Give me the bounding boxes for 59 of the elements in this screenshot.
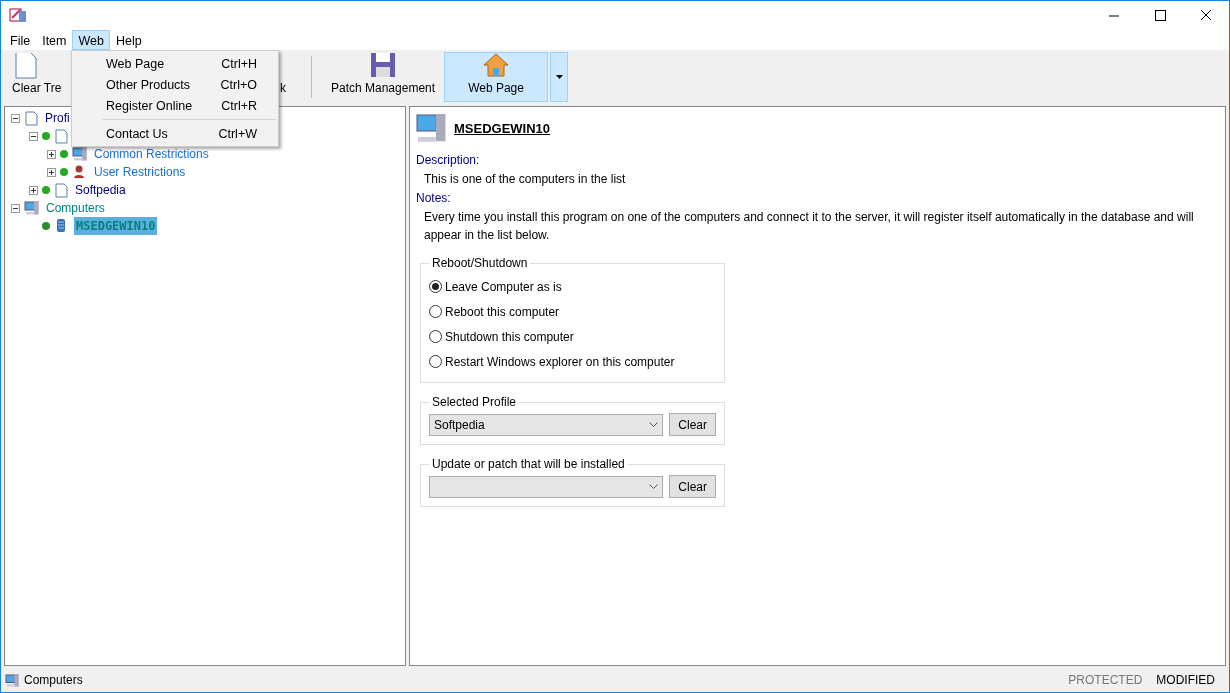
expand-icon[interactable] — [29, 185, 38, 195]
computer-name: MSEDGEWIN10 — [454, 120, 551, 139]
radio-label: Reboot this computer — [445, 303, 560, 321]
radio-label: Shutdown this computer — [445, 328, 574, 346]
status-flag-label: PROTECTED — [1068, 672, 1143, 689]
dropdown-field[interactable] — [429, 475, 664, 498]
tree-item[interactable]: Common Restrictions — [92, 145, 211, 163]
page-icon — [24, 110, 39, 126]
group-title: Update or patch that will be installed — [431, 456, 626, 473]
status-flag-label: MODIFIED — [1156, 672, 1215, 689]
page-icon — [54, 128, 69, 144]
collapse-icon[interactable] — [11, 113, 20, 123]
app-logo-icon — [9, 6, 27, 25]
page-icon — [54, 182, 69, 198]
chevron-icon — [649, 484, 659, 489]
menu-item[interactable]: Web — [72, 30, 110, 50]
computer-icon — [72, 146, 88, 162]
house-icon — [482, 51, 511, 79]
clear-button[interactable]: Clear — [669, 413, 716, 436]
dropdown-field[interactable]: Softpedia — [429, 413, 664, 436]
field-label: Notes: — [416, 190, 452, 207]
toolbar-button[interactable]: Web Page — [444, 52, 549, 102]
computer-icon — [416, 113, 448, 145]
menu-item[interactable]: Help — [109, 30, 148, 50]
toolbar-button[interactable]: Patch Management — [324, 52, 443, 102]
tree-item[interactable]: Softpedia — [73, 181, 128, 199]
radio-label: Restart Windows explorer on this computer — [445, 353, 675, 371]
status-text: Computers — [24, 672, 84, 689]
page-icon — [12, 53, 40, 79]
tree-item[interactable]: Computers — [44, 199, 107, 217]
dropdown-toggle-button[interactable] — [550, 52, 569, 102]
computer-icon — [24, 200, 40, 216]
shortcut-label: Ctrl+O — [220, 77, 257, 93]
menu-entry-label: Web Page — [106, 56, 165, 72]
chevron-icon — [649, 422, 659, 427]
shortcut-label: Ctrl+W — [218, 126, 257, 142]
tree-item[interactable]: Profi — [43, 109, 72, 127]
description-text: This is one of the computers in the list — [423, 171, 627, 188]
expand-icon[interactable] — [47, 149, 56, 159]
shortcut-label: Ctrl+R — [221, 98, 257, 114]
field-label: Description: — [416, 152, 481, 169]
caret-icon — [555, 75, 563, 79]
collapse-icon[interactable] — [11, 203, 20, 213]
expand-icon[interactable] — [47, 167, 56, 177]
group-title: Selected Profile — [431, 394, 518, 411]
computer-icon — [5, 672, 20, 688]
collapse-icon[interactable] — [29, 131, 38, 141]
clear-button[interactable]: Clear — [669, 475, 716, 498]
menu-item[interactable]: Item — [36, 30, 73, 50]
menu-entry-label: Contact Us — [106, 126, 168, 142]
group-title: Reboot/Shutdown — [431, 255, 529, 272]
shortcut-label: Ctrl+H — [221, 56, 257, 72]
menu-entry-label: Other Products — [106, 77, 191, 93]
radio-label: Leave Computer as is — [445, 278, 562, 296]
menu-item[interactable]: File — [4, 30, 37, 50]
menu-entry-label: Register Online — [106, 98, 193, 114]
notes-text: Every time you install this program on one of the computers and connect it to the server, it will register itself automatically in the database and will appear in the list below. — [423, 209, 1195, 244]
toolbar-button[interactable]: Clear Tre — [5, 52, 65, 102]
tree-item[interactable]: User Restrictions — [92, 163, 188, 181]
